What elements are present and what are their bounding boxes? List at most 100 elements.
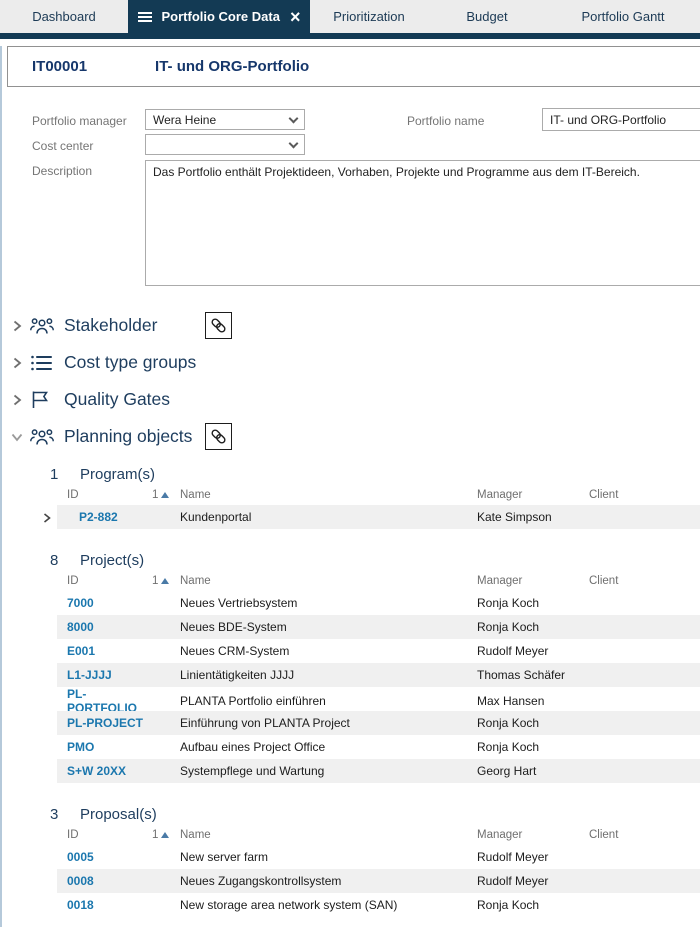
row-name: Kundenportal <box>180 510 477 524</box>
proposal-count: 3 <box>50 806 80 823</box>
row-id-link[interactable]: 0005 <box>57 850 152 864</box>
row-name: Neues Vertriebsystem <box>180 596 477 610</box>
project-title: Project(s) <box>80 552 144 569</box>
tab-prioritization[interactable]: Prioritization <box>310 0 428 33</box>
row-name: Aufbau eines Project Office <box>180 740 477 754</box>
row-manager: Ronja Koch <box>477 716 589 730</box>
table-row[interactable]: 0018 New storage area network system (SA… <box>57 893 700 917</box>
table-row[interactable]: 0005 New server farm Rudolf Meyer <box>57 845 700 869</box>
row-id-link[interactable]: 0008 <box>57 874 152 888</box>
project-table: ID 1 Name Manager Client 7000 Neues Vert… <box>57 571 700 783</box>
table-row[interactable]: PL-PORTFOLIO PLANTA Portfolio einführen … <box>57 687 700 711</box>
sort-indicator[interactable]: 1 <box>152 575 180 587</box>
column-name[interactable]: Name <box>180 489 477 501</box>
description-textarea[interactable]: Das Portfolio enthält Projektideen, Vorh… <box>145 160 700 286</box>
row-name: Linientätigkeiten JJJJ <box>180 668 477 682</box>
column-id[interactable]: ID <box>57 829 152 841</box>
column-client[interactable]: Client <box>589 829 700 841</box>
tab-budget[interactable]: Budget <box>428 0 546 33</box>
chevron-down-icon[interactable] <box>9 432 25 442</box>
menu-icon[interactable] <box>138 16 152 18</box>
section-cost-type-groups[interactable]: Cost type groups <box>2 344 700 381</box>
row-id-link[interactable]: PL-PROJECT <box>57 716 152 730</box>
row-manager: Max Hansen <box>477 694 589 708</box>
row-name: Neues CRM-System <box>180 644 477 658</box>
column-name[interactable]: Name <box>180 829 477 841</box>
table-row[interactable]: 8000 Neues BDE-System Ronja Koch <box>57 615 700 639</box>
program-title: Program(s) <box>80 466 155 483</box>
row-id-link[interactable]: PMO <box>57 740 152 754</box>
section-label: Planning objects <box>64 426 192 447</box>
portfolio-manager-label: Portfolio manager <box>32 114 127 128</box>
planning-objects-group-icon <box>30 428 56 446</box>
sort-asc-icon <box>161 492 169 498</box>
column-client[interactable]: Client <box>589 489 700 501</box>
table-row[interactable]: L1-JJJJ Linientätigkeiten JJJJ Thomas Sc… <box>57 663 700 687</box>
row-id-link[interactable]: 8000 <box>57 620 152 634</box>
row-id-link[interactable]: 7000 <box>57 596 152 610</box>
table-row[interactable]: S+W 20XX Systempflege und Wartung Georg … <box>57 759 700 783</box>
row-name: Neues BDE-System <box>180 620 477 634</box>
section-label: Stakeholder <box>64 315 157 336</box>
proposal-table: ID 1 Name Manager Client 0005 New server… <box>57 825 700 917</box>
section-stakeholder[interactable]: Stakeholder <box>2 307 700 344</box>
table-row[interactable]: 0008 Neues Zugangskontrollsystem Rudolf … <box>57 869 700 893</box>
chevron-right-icon[interactable] <box>9 357 25 369</box>
row-id-link[interactable]: 0018 <box>57 898 152 912</box>
portfolio-name-input[interactable] <box>542 108 700 131</box>
chevron-right-icon[interactable] <box>9 320 25 332</box>
column-manager[interactable]: Manager <box>477 575 589 587</box>
project-group: 8 Project(s) ID 1 Name Manager Client 70… <box>2 549 700 783</box>
row-manager: Ronja Koch <box>477 620 589 634</box>
column-name[interactable]: Name <box>180 575 477 587</box>
section-label: Quality Gates <box>64 389 170 410</box>
close-icon[interactable]: × <box>290 8 301 26</box>
row-id-link[interactable]: P2-882 <box>57 510 152 524</box>
column-manager[interactable]: Manager <box>477 489 589 501</box>
portfolio-header: IT00001 IT- und ORG-Portfolio <box>7 46 700 87</box>
sort-asc-icon <box>161 578 169 584</box>
chevron-down-icon <box>289 138 299 148</box>
row-name: New server farm <box>180 850 477 864</box>
section-quality-gates[interactable]: Quality Gates <box>2 381 700 418</box>
row-id-link[interactable]: L1-JJJJ <box>57 668 152 682</box>
section-planning-objects[interactable]: Planning objects <box>2 418 700 455</box>
cost-center-select[interactable] <box>145 134 305 155</box>
table-row[interactable]: PL-PROJECT Einführung von PLANTA Project… <box>57 711 700 735</box>
row-id-link[interactable]: S+W 20XX <box>57 764 152 778</box>
program-group-title: 1 Program(s) <box>2 463 700 485</box>
row-name: New storage area network system (SAN) <box>180 898 477 912</box>
column-manager[interactable]: Manager <box>477 829 589 841</box>
table-row[interactable]: E001 Neues CRM-System Rudolf Meyer <box>57 639 700 663</box>
tab-portfolio-gantt[interactable]: Portfolio Gantt <box>546 0 700 33</box>
tab-portfolio-core-data[interactable]: Portfolio Core Data × <box>128 0 310 33</box>
proposal-title: Proposal(s) <box>80 806 157 823</box>
sort-order: 1 <box>152 489 158 501</box>
sort-indicator[interactable]: 1 <box>152 489 180 501</box>
table-header: ID 1 Name Manager Client <box>57 825 700 845</box>
column-id[interactable]: ID <box>57 489 152 501</box>
row-id-link[interactable]: E001 <box>57 644 152 658</box>
row-manager: Rudolf Meyer <box>477 850 589 864</box>
portfolio-core-data-panel: IT00001 IT- und ORG-Portfolio Portfolio … <box>0 46 700 927</box>
stakeholder-link-button[interactable] <box>205 312 232 339</box>
expand-row-icon[interactable] <box>43 512 51 526</box>
proposal-group-title: 3 Proposal(s) <box>2 803 700 825</box>
sort-order: 1 <box>152 575 158 587</box>
tab-dashboard[interactable]: Dashboard <box>0 0 128 33</box>
list-icon <box>30 354 56 372</box>
row-name: PLANTA Portfolio einführen <box>180 694 477 708</box>
table-row[interactable]: 7000 Neues Vertriebsystem Ronja Koch <box>57 591 700 615</box>
planning-objects-link-button[interactable] <box>205 423 232 450</box>
sort-indicator[interactable]: 1 <box>152 829 180 841</box>
description-label: Description <box>32 164 92 178</box>
portfolio-manager-select[interactable]: Wera Heine <box>145 109 305 130</box>
stakeholder-group-icon <box>30 317 56 335</box>
column-client[interactable]: Client <box>589 575 700 587</box>
table-row[interactable]: PMO Aufbau eines Project Office Ronja Ko… <box>57 735 700 759</box>
portfolio-manager-value: Wera Heine <box>153 113 216 127</box>
row-manager: Kate Simpson <box>477 510 589 524</box>
column-id[interactable]: ID <box>57 575 152 587</box>
chevron-right-icon[interactable] <box>9 394 25 406</box>
table-row[interactable]: P2-882 Kundenportal Kate Simpson <box>57 505 700 529</box>
